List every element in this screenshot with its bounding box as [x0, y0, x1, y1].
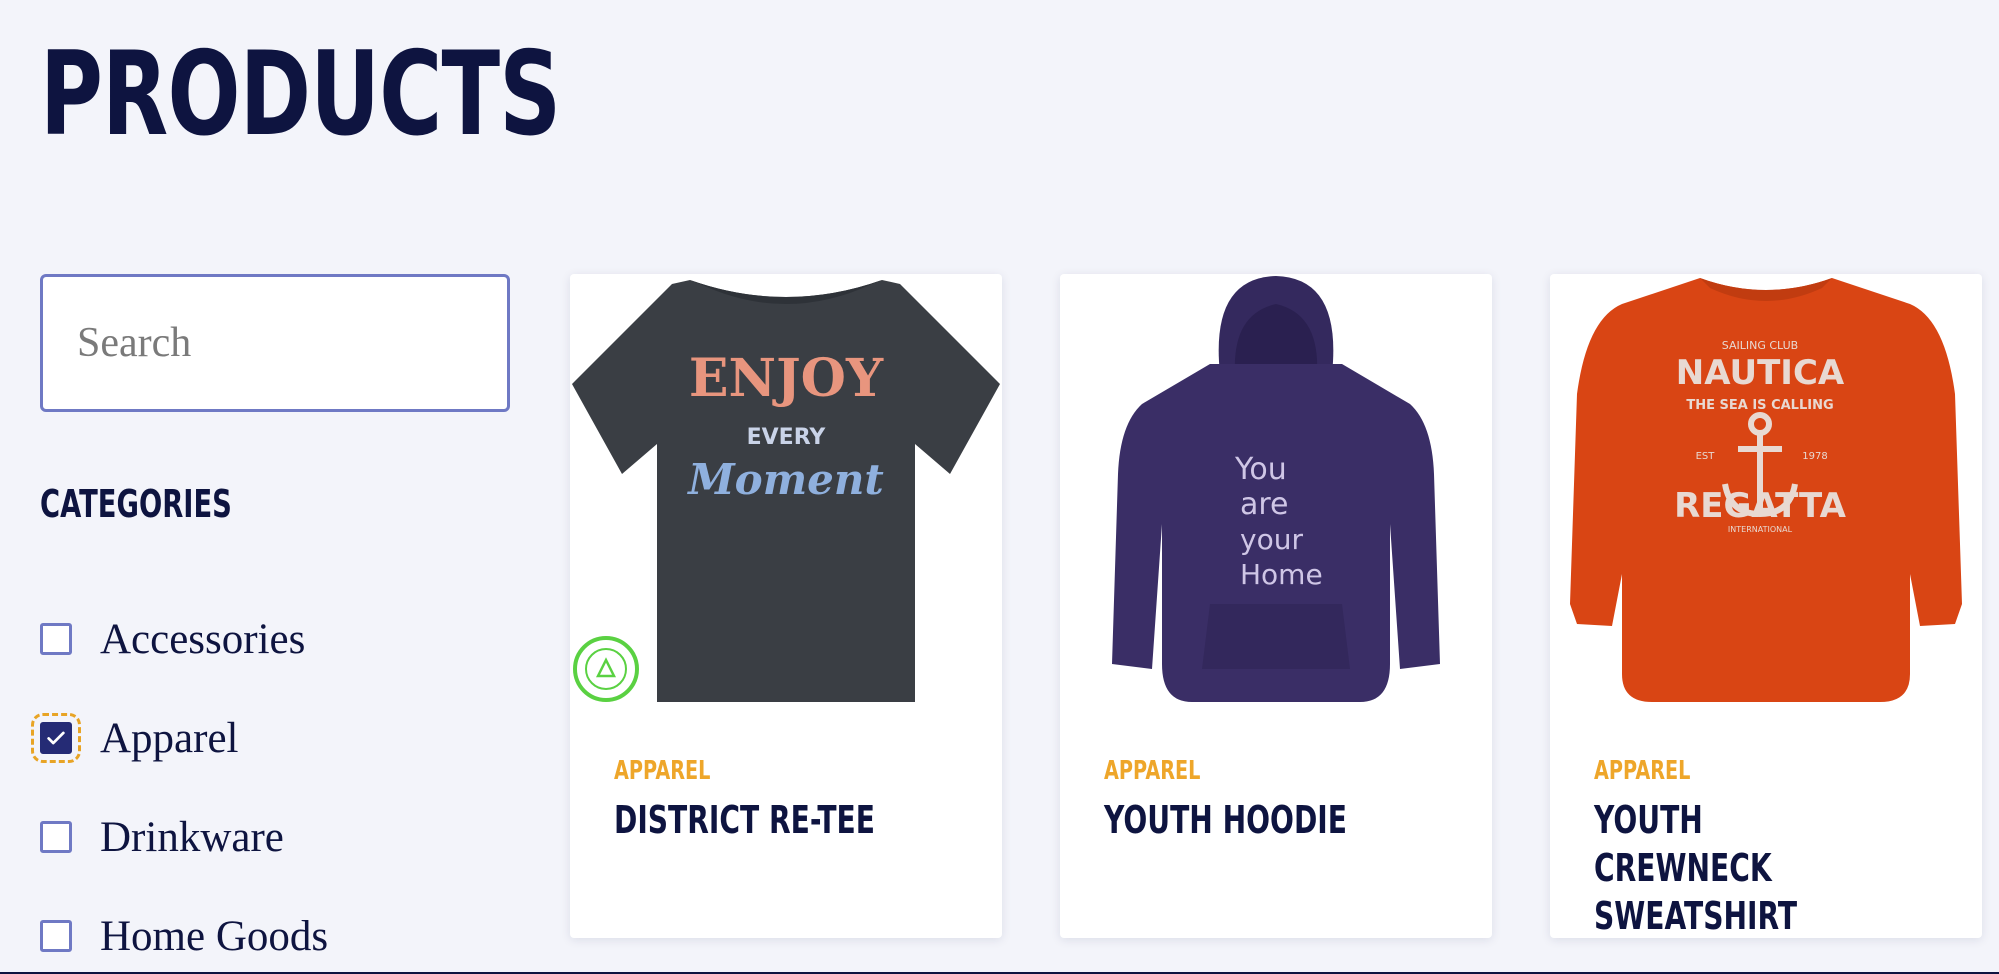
print-text: Moment	[686, 455, 884, 504]
product-category: APPAREL	[1594, 756, 1691, 786]
categories-heading: CATEGORIES	[40, 482, 232, 526]
print-text: NAUTICA	[1676, 353, 1845, 393]
category-filter-home-goods[interactable]: Home Goods	[40, 906, 328, 966]
product-image-hoodie: You are your Home	[1112, 276, 1440, 702]
print-text: your	[1240, 523, 1303, 556]
page-title: PRODUCTS	[40, 27, 561, 162]
checkbox-accessories[interactable]	[40, 623, 72, 655]
category-label: Accessories	[100, 615, 306, 663]
print-text: 1978	[1802, 451, 1827, 462]
print-text: are	[1240, 487, 1289, 522]
print-text: REGATTA	[1674, 486, 1847, 526]
product-category: APPAREL	[1104, 756, 1201, 786]
checkbox-home-goods[interactable]	[40, 920, 72, 952]
print-text: EVERY	[747, 425, 827, 450]
product-name[interactable]: YOUTH HOODIE	[1104, 796, 1489, 844]
print-text: Home	[1240, 558, 1323, 591]
search-input[interactable]	[40, 274, 510, 412]
checkbox-drinkware[interactable]	[40, 821, 72, 853]
category-label: Drinkware	[100, 813, 284, 861]
category-label: Home Goods	[100, 912, 329, 960]
print-text: You	[1234, 452, 1287, 487]
product-image-tshirt: ENJOY EVERY Moment	[572, 280, 1000, 702]
checkmark-icon	[47, 731, 65, 745]
product-name[interactable]: YOUTH CREWNECK SWEATSHIRT	[1594, 796, 1816, 940]
category-filter-accessories[interactable]: Accessories	[40, 609, 305, 669]
print-text: ENJOY	[689, 348, 884, 409]
print-text: THE SEA IS CALLING	[1686, 398, 1833, 413]
category-filter-drinkware[interactable]: Drinkware	[40, 807, 284, 867]
recycled-badge-icon	[573, 636, 639, 702]
product-card-youth-crewneck-sweatshirt[interactable]: SAILING CLUB NAUTICA THE SEA IS CALLING …	[1550, 274, 1982, 938]
print-text: EST	[1696, 451, 1716, 462]
product-card-district-re-tee[interactable]: ENJOY EVERY Moment APPAREL DISTRICT RE-T…	[570, 274, 1002, 938]
category-filter-apparel[interactable]: Apparel	[31, 708, 239, 768]
product-category: APPAREL	[614, 756, 711, 786]
print-text: SAILING CLUB	[1722, 339, 1798, 352]
product-image-sweatshirt: SAILING CLUB NAUTICA THE SEA IS CALLING …	[1570, 278, 1962, 702]
category-label: Apparel	[100, 714, 239, 762]
product-name[interactable]: DISTRICT RE-TEE	[614, 796, 999, 844]
print-text: INTERNATIONAL	[1728, 525, 1793, 534]
product-card-youth-hoodie[interactable]: You are your Home APPAREL YOUTH HOODIE	[1060, 274, 1492, 938]
checkbox-apparel[interactable]	[31, 713, 81, 763]
